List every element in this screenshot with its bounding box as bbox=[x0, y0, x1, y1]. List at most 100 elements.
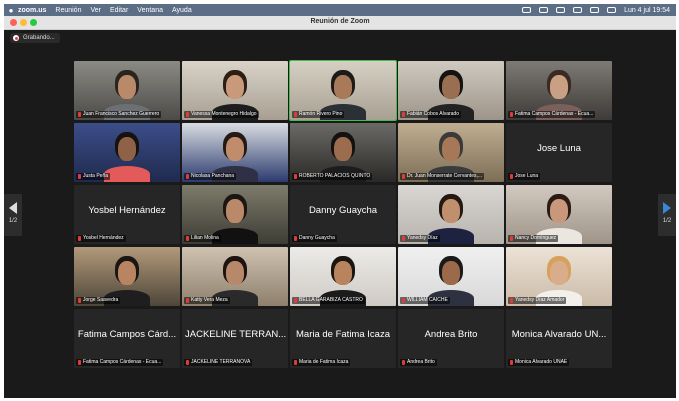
mic-muted-icon bbox=[186, 174, 189, 179]
page-indicator-right: 1/2 bbox=[662, 218, 672, 224]
participant-tile[interactable]: Vanessa Montenegro Hidalgo bbox=[182, 61, 288, 120]
participant-name-tag: Ramón Rivero Pino bbox=[292, 111, 345, 118]
participant-name-tag: Fatima Campos Cárdenas - Ecua... bbox=[508, 111, 596, 118]
participant-display-name: Danny Guaycha bbox=[308, 205, 378, 216]
menu-app[interactable]: zoom.us bbox=[18, 7, 46, 14]
participant-face bbox=[442, 75, 460, 99]
mic-muted-icon bbox=[294, 298, 297, 303]
participant-tile[interactable]: Danny Guaycha Danny Guaycha bbox=[290, 185, 396, 244]
mic-muted-icon bbox=[294, 360, 297, 365]
control-center-icon[interactable] bbox=[607, 7, 617, 13]
mic-muted-icon bbox=[294, 112, 297, 117]
participant-name-tag: Jorge Saavedra bbox=[76, 297, 121, 304]
participant-name: WILLIAM CAICHE bbox=[407, 297, 448, 303]
participant-name: BELLA GARABIZA CASTRO bbox=[299, 297, 363, 303]
participant-tile[interactable]: Yosbel Hernández Yosbel Hernández bbox=[74, 185, 180, 244]
menu-ver[interactable]: Ver bbox=[90, 7, 101, 14]
participant-face bbox=[550, 75, 568, 99]
participant-name-tag: Andrea Brito bbox=[400, 359, 437, 366]
zoom-status-icon[interactable] bbox=[522, 7, 532, 13]
participant-tile[interactable]: Nancy Domínguez bbox=[506, 185, 612, 244]
participant-face bbox=[226, 137, 244, 161]
participant-tile[interactable]: Maria de Fatima Icaza Maria de Fatima Ica… bbox=[290, 309, 396, 368]
participant-name: Justa Peña bbox=[83, 173, 109, 179]
menu-ayuda[interactable]: Ayuda bbox=[172, 7, 192, 14]
mic-muted-icon bbox=[510, 298, 513, 303]
participant-tile[interactable]: Lilian Molina bbox=[182, 185, 288, 244]
participant-tile[interactable]: JACKELINE TERRAN... JACKELINE TERRANOVA bbox=[182, 309, 288, 368]
participant-tile[interactable]: Fatima Campos Cárdenas - Ecua... bbox=[506, 61, 612, 120]
participant-name-tag: Dr. Juan Monserrate Cervantes,... bbox=[400, 173, 485, 180]
mic-muted-icon bbox=[294, 236, 297, 241]
participant-tile[interactable]: Katty Vera Meza bbox=[182, 247, 288, 306]
participant-name-tag: Danny Guaycha bbox=[292, 235, 337, 242]
arrow-right-icon bbox=[663, 202, 671, 214]
participant-display-name: JACKELINE TERRAN... bbox=[185, 329, 287, 340]
participant-face bbox=[226, 75, 244, 99]
participant-tile[interactable]: Andrea Brito Andrea Brito bbox=[398, 309, 504, 368]
clock[interactable]: Lun 4 jul 19:54 bbox=[624, 7, 670, 14]
participant-tile[interactable]: Yanedsy Díaz Amador bbox=[506, 247, 612, 306]
participant-name-tag: Yosbel Hernández bbox=[76, 235, 126, 242]
participant-name: Juan Francisco Sanchez Guerrero bbox=[83, 111, 160, 117]
participant-name: Yanedsy Díaz Amador bbox=[515, 297, 565, 303]
wifi-icon[interactable] bbox=[573, 7, 583, 13]
participant-tile[interactable]: Ramón Rivero Pino bbox=[289, 60, 397, 121]
battery-icon[interactable] bbox=[556, 7, 566, 13]
apple-icon[interactable]: ● bbox=[4, 6, 18, 15]
next-page-button[interactable]: 1/2 bbox=[658, 194, 676, 236]
mic-muted-icon bbox=[294, 174, 297, 179]
arrow-left-icon bbox=[9, 202, 17, 214]
window-titlebar: Reunión de Zoom bbox=[4, 16, 676, 30]
participant-tile[interactable]: Justa Peña bbox=[74, 123, 180, 182]
mic-muted-icon bbox=[78, 174, 81, 179]
participant-tile[interactable]: Dr. Juan Monserrate Cervantes,... bbox=[398, 123, 504, 182]
participant-tile[interactable]: Yanedsy Díaz bbox=[398, 185, 504, 244]
menu-editar[interactable]: Editar bbox=[110, 7, 128, 14]
participant-face bbox=[442, 261, 460, 285]
participant-tile[interactable]: Monica Alvarado UN... Monica Alvarado UNA… bbox=[506, 309, 612, 368]
mic-muted-icon bbox=[402, 298, 405, 303]
participant-tile[interactable]: ROBERTO PALACIOS QUINTO bbox=[290, 123, 396, 182]
participant-name: Katty Vera Meza bbox=[191, 297, 228, 303]
participant-name-tag: BELLA GARABIZA CASTRO bbox=[292, 297, 365, 304]
participant-tile[interactable]: Nicolasa Panchana bbox=[182, 123, 288, 182]
mic-muted-icon bbox=[402, 236, 405, 241]
meeting-stage: Grabando... 1/2 1/2 Juan Francisco Sanch… bbox=[4, 30, 676, 398]
participant-name: Andrea Brito bbox=[407, 359, 435, 365]
participant-tile[interactable]: Juan Francisco Sanchez Guerrero bbox=[74, 61, 180, 120]
participant-tile[interactable]: Jose Luna Jose Luna bbox=[506, 123, 612, 182]
status-area: Lun 4 jul 19:54 bbox=[522, 7, 676, 14]
prev-page-button[interactable]: 1/2 bbox=[4, 194, 22, 236]
window-title: Reunión de Zoom bbox=[310, 18, 370, 25]
mic-muted-icon bbox=[78, 360, 81, 365]
record-icon bbox=[13, 35, 19, 41]
participant-face bbox=[550, 199, 568, 223]
participant-name: Fabián Cobos Alvarado bbox=[407, 111, 459, 117]
participant-tile[interactable]: WILLIAM CAICHE bbox=[398, 247, 504, 306]
participant-face bbox=[118, 137, 136, 161]
participant-name-tag: JACKELINE TERRANOVA bbox=[184, 359, 253, 366]
participant-face bbox=[118, 75, 136, 99]
participant-name: Lilian Molina bbox=[191, 235, 219, 241]
recording-indicator[interactable]: Grabando... bbox=[10, 33, 60, 43]
participant-name-tag: Maria de Fatima Icaza bbox=[292, 359, 351, 366]
mic-muted-icon bbox=[402, 174, 405, 179]
participant-tile[interactable]: Fabián Cobos Alvarado bbox=[398, 61, 504, 120]
participant-face bbox=[334, 261, 352, 285]
participant-name-tag: Juan Francisco Sanchez Guerrero bbox=[76, 111, 162, 118]
participant-face bbox=[442, 199, 460, 223]
participant-name-tag: WILLIAM CAICHE bbox=[400, 297, 450, 304]
screen-icon[interactable] bbox=[539, 7, 549, 13]
participant-display-name: Yosbel Hernández bbox=[88, 205, 166, 216]
menu-reunion[interactable]: Reunión bbox=[55, 7, 81, 14]
participant-tile[interactable]: Fatima Campos Cárd... Fatima Campos Cárde… bbox=[74, 309, 180, 368]
participant-tile[interactable]: BELLA GARABIZA CASTRO bbox=[290, 247, 396, 306]
mic-muted-icon bbox=[78, 298, 81, 303]
participant-name: Ramón Rivero Pino bbox=[299, 111, 343, 117]
search-icon[interactable] bbox=[590, 7, 600, 13]
participant-name-tag: Fabián Cobos Alvarado bbox=[400, 111, 461, 118]
menu-ventana[interactable]: Ventana bbox=[137, 7, 163, 14]
participant-name: Vanessa Montenegro Hidalgo bbox=[191, 111, 257, 117]
participant-tile[interactable]: Jorge Saavedra bbox=[74, 247, 180, 306]
